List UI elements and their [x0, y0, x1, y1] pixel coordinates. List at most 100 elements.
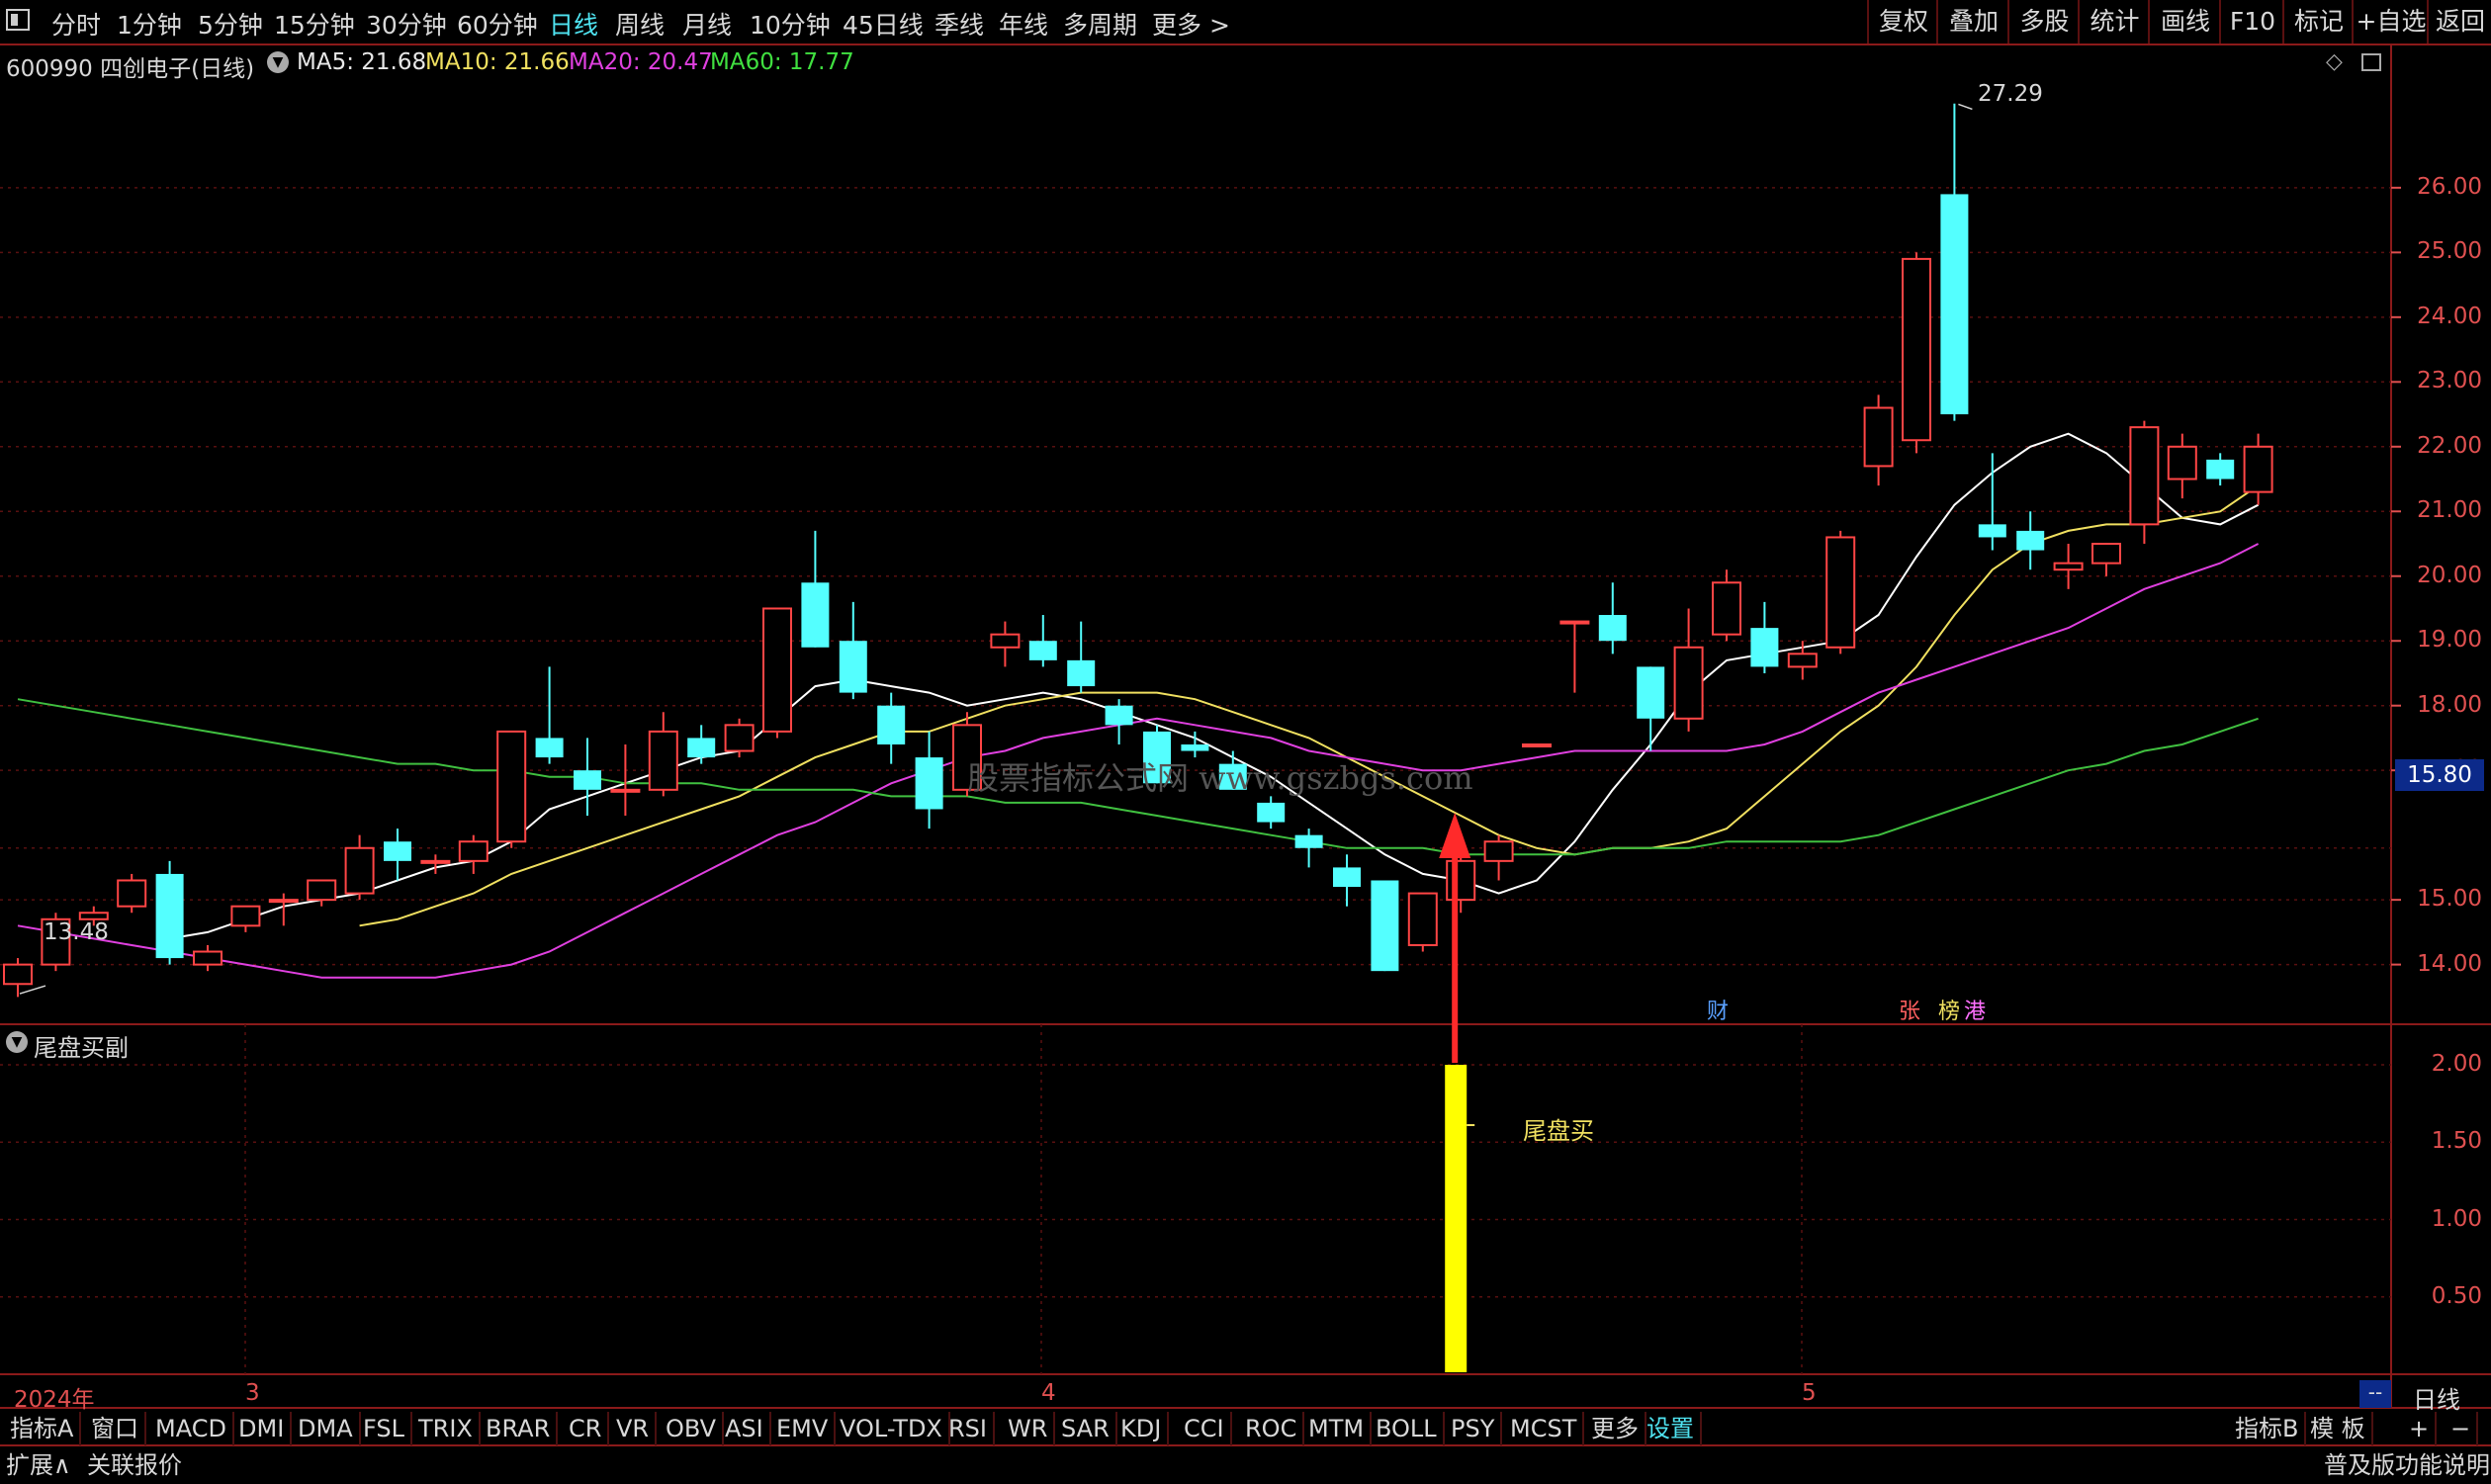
indicator-tab-9[interactable]: VR — [610, 1412, 658, 1445]
candle-body — [1559, 620, 1590, 625]
indicator-tab-1[interactable]: 窗口 — [85, 1412, 146, 1445]
red-arrow-head — [1439, 813, 1471, 858]
candle-body — [687, 738, 716, 758]
candle-body — [117, 879, 147, 908]
candle-body — [420, 859, 451, 864]
low-pointer — [19, 985, 46, 995]
y-tick-label: 21.00 — [2417, 497, 2482, 524]
indicator-right-button-1[interactable]: 模 板 — [2304, 1412, 2373, 1445]
high-pointer — [1958, 103, 1973, 111]
candle-body — [268, 899, 299, 904]
marker-zhang[interactable]: 张 — [1899, 994, 1920, 1025]
marker-cai[interactable]: 财 — [1707, 994, 1729, 1025]
indicator-tab-17[interactable]: KDJ — [1114, 1412, 1170, 1445]
ma-line-ma5 — [169, 432, 2260, 940]
current-price-label: 15.80 — [2395, 759, 2484, 791]
candle-body — [1446, 859, 1476, 902]
candle-body — [724, 724, 755, 752]
candle-body — [1750, 628, 1779, 667]
expand-button[interactable]: 扩展∧ — [6, 1449, 71, 1481]
candle-body — [1371, 880, 1399, 972]
indicator-tab-22[interactable]: PSY — [1445, 1412, 1503, 1445]
candle-body — [230, 905, 261, 927]
period-indicator[interactable]: 日线 — [2413, 1380, 2460, 1415]
indicator-right-button-3[interactable]: − — [2445, 1412, 2479, 1445]
indicator-tab-2[interactable]: MACD — [149, 1412, 234, 1445]
indicator-tab-11[interactable]: ASI — [719, 1412, 771, 1445]
indicator-right-button-2[interactable]: + — [2403, 1412, 2438, 1445]
candle-body — [193, 950, 222, 966]
indicator-tab-3[interactable]: DMI — [232, 1412, 293, 1445]
indicator-tab-10[interactable]: OBV — [660, 1412, 725, 1445]
high-price-label: 27.29 — [1978, 81, 2043, 107]
indicator-tab-25[interactable]: 设置 — [1641, 1412, 1702, 1445]
x-label-april: 4 — [1041, 1380, 1056, 1406]
y-tick-label: 14.00 — [2417, 950, 2482, 977]
help-link[interactable]: 普及版功能说明 — [2324, 1449, 2490, 1481]
candle-body — [535, 738, 564, 758]
indicator-tab-15[interactable]: WR — [1002, 1412, 1056, 1445]
indicator-tab-21[interactable]: BOLL — [1370, 1412, 1445, 1445]
candle-body — [1712, 581, 1741, 636]
candle-body — [155, 873, 184, 959]
candle-body — [2129, 426, 2160, 526]
sub-y-tick-label: 2.00 — [2431, 1051, 2482, 1077]
indicator-tab-24[interactable]: 更多 — [1585, 1412, 1646, 1445]
indicator-tab-14[interactable]: RSI — [942, 1412, 995, 1445]
signal-label: 尾盘买 — [1523, 1117, 1594, 1145]
indicator-tab-5[interactable]: FSL — [357, 1412, 412, 1445]
candle-body — [610, 788, 641, 793]
candle-body — [458, 840, 489, 862]
candle-body — [384, 841, 411, 861]
marker-gang[interactable]: 港 — [1964, 994, 1986, 1025]
indicator-tab-4[interactable]: DMA — [292, 1412, 361, 1445]
indicator-tab-23[interactable]: MCST — [1504, 1412, 1585, 1445]
watermark: 股票指标公式网 www.gszbgs.com — [967, 759, 1473, 797]
candle-body — [496, 730, 527, 843]
indicator-tab-7[interactable]: BRAR — [480, 1412, 559, 1445]
x-label-march: 3 — [245, 1380, 260, 1406]
candle-body — [1294, 834, 1323, 848]
indicator-tab-13[interactable]: VOL-TDX — [834, 1412, 950, 1445]
collapse-arrow-icon[interactable]: ▼ — [6, 1031, 28, 1053]
y-tick-label: 18.00 — [2417, 691, 2482, 718]
candle-body — [1902, 257, 1931, 442]
candle-body — [1522, 742, 1552, 747]
candle-body — [1673, 646, 1704, 720]
indicator-tab-12[interactable]: EMV — [770, 1412, 837, 1445]
candle-body — [574, 770, 601, 790]
indicator-tab-8[interactable]: CR — [563, 1412, 610, 1445]
x-label-may: 5 — [1802, 1380, 1817, 1406]
related-quote-button[interactable]: 关联报价 — [87, 1449, 182, 1481]
candle-body — [307, 879, 337, 902]
low-price-label: 13.48 — [44, 919, 109, 945]
candle-body — [344, 846, 375, 895]
indicator-tab-6[interactable]: TRIX — [412, 1412, 481, 1445]
indicator-tab-16[interactable]: SAR — [1055, 1412, 1117, 1445]
indicator-right-button-0[interactable]: 指标B — [2229, 1412, 2307, 1445]
candle-body — [915, 757, 943, 810]
candle-body — [1787, 653, 1818, 668]
indicator-tab-18[interactable]: CCI — [1178, 1412, 1232, 1445]
sub-chart-title: 尾盘买副 — [34, 1034, 129, 1062]
candle-body — [839, 641, 867, 693]
indicator-tab-19[interactable]: ROC — [1239, 1412, 1305, 1445]
x-label-year: 2024年 — [14, 1387, 95, 1413]
sub-y-tick-label: 1.00 — [2431, 1205, 2482, 1232]
sub-y-tick-label: 0.50 — [2431, 1282, 2482, 1309]
candle-body — [990, 633, 1021, 649]
candle-body — [1257, 802, 1286, 823]
indicator-tab-0[interactable]: 指标A — [4, 1412, 82, 1445]
marker-bang[interactable]: 榜 — [1938, 994, 1960, 1025]
candle-body — [877, 705, 906, 744]
y-tick-label: 25.00 — [2417, 238, 2482, 265]
candle-body — [1407, 892, 1438, 946]
y-tick-label: 24.00 — [2417, 303, 2482, 329]
kline-chart[interactable] — [0, 0, 2491, 1484]
candle-body — [2091, 543, 2121, 565]
candle-body — [3, 963, 33, 986]
candle-body — [2053, 562, 2084, 571]
indicator-tab-20[interactable]: MTM — [1302, 1412, 1373, 1445]
candle-body — [2016, 530, 2045, 551]
x-axis-dash: -- — [2359, 1380, 2391, 1408]
